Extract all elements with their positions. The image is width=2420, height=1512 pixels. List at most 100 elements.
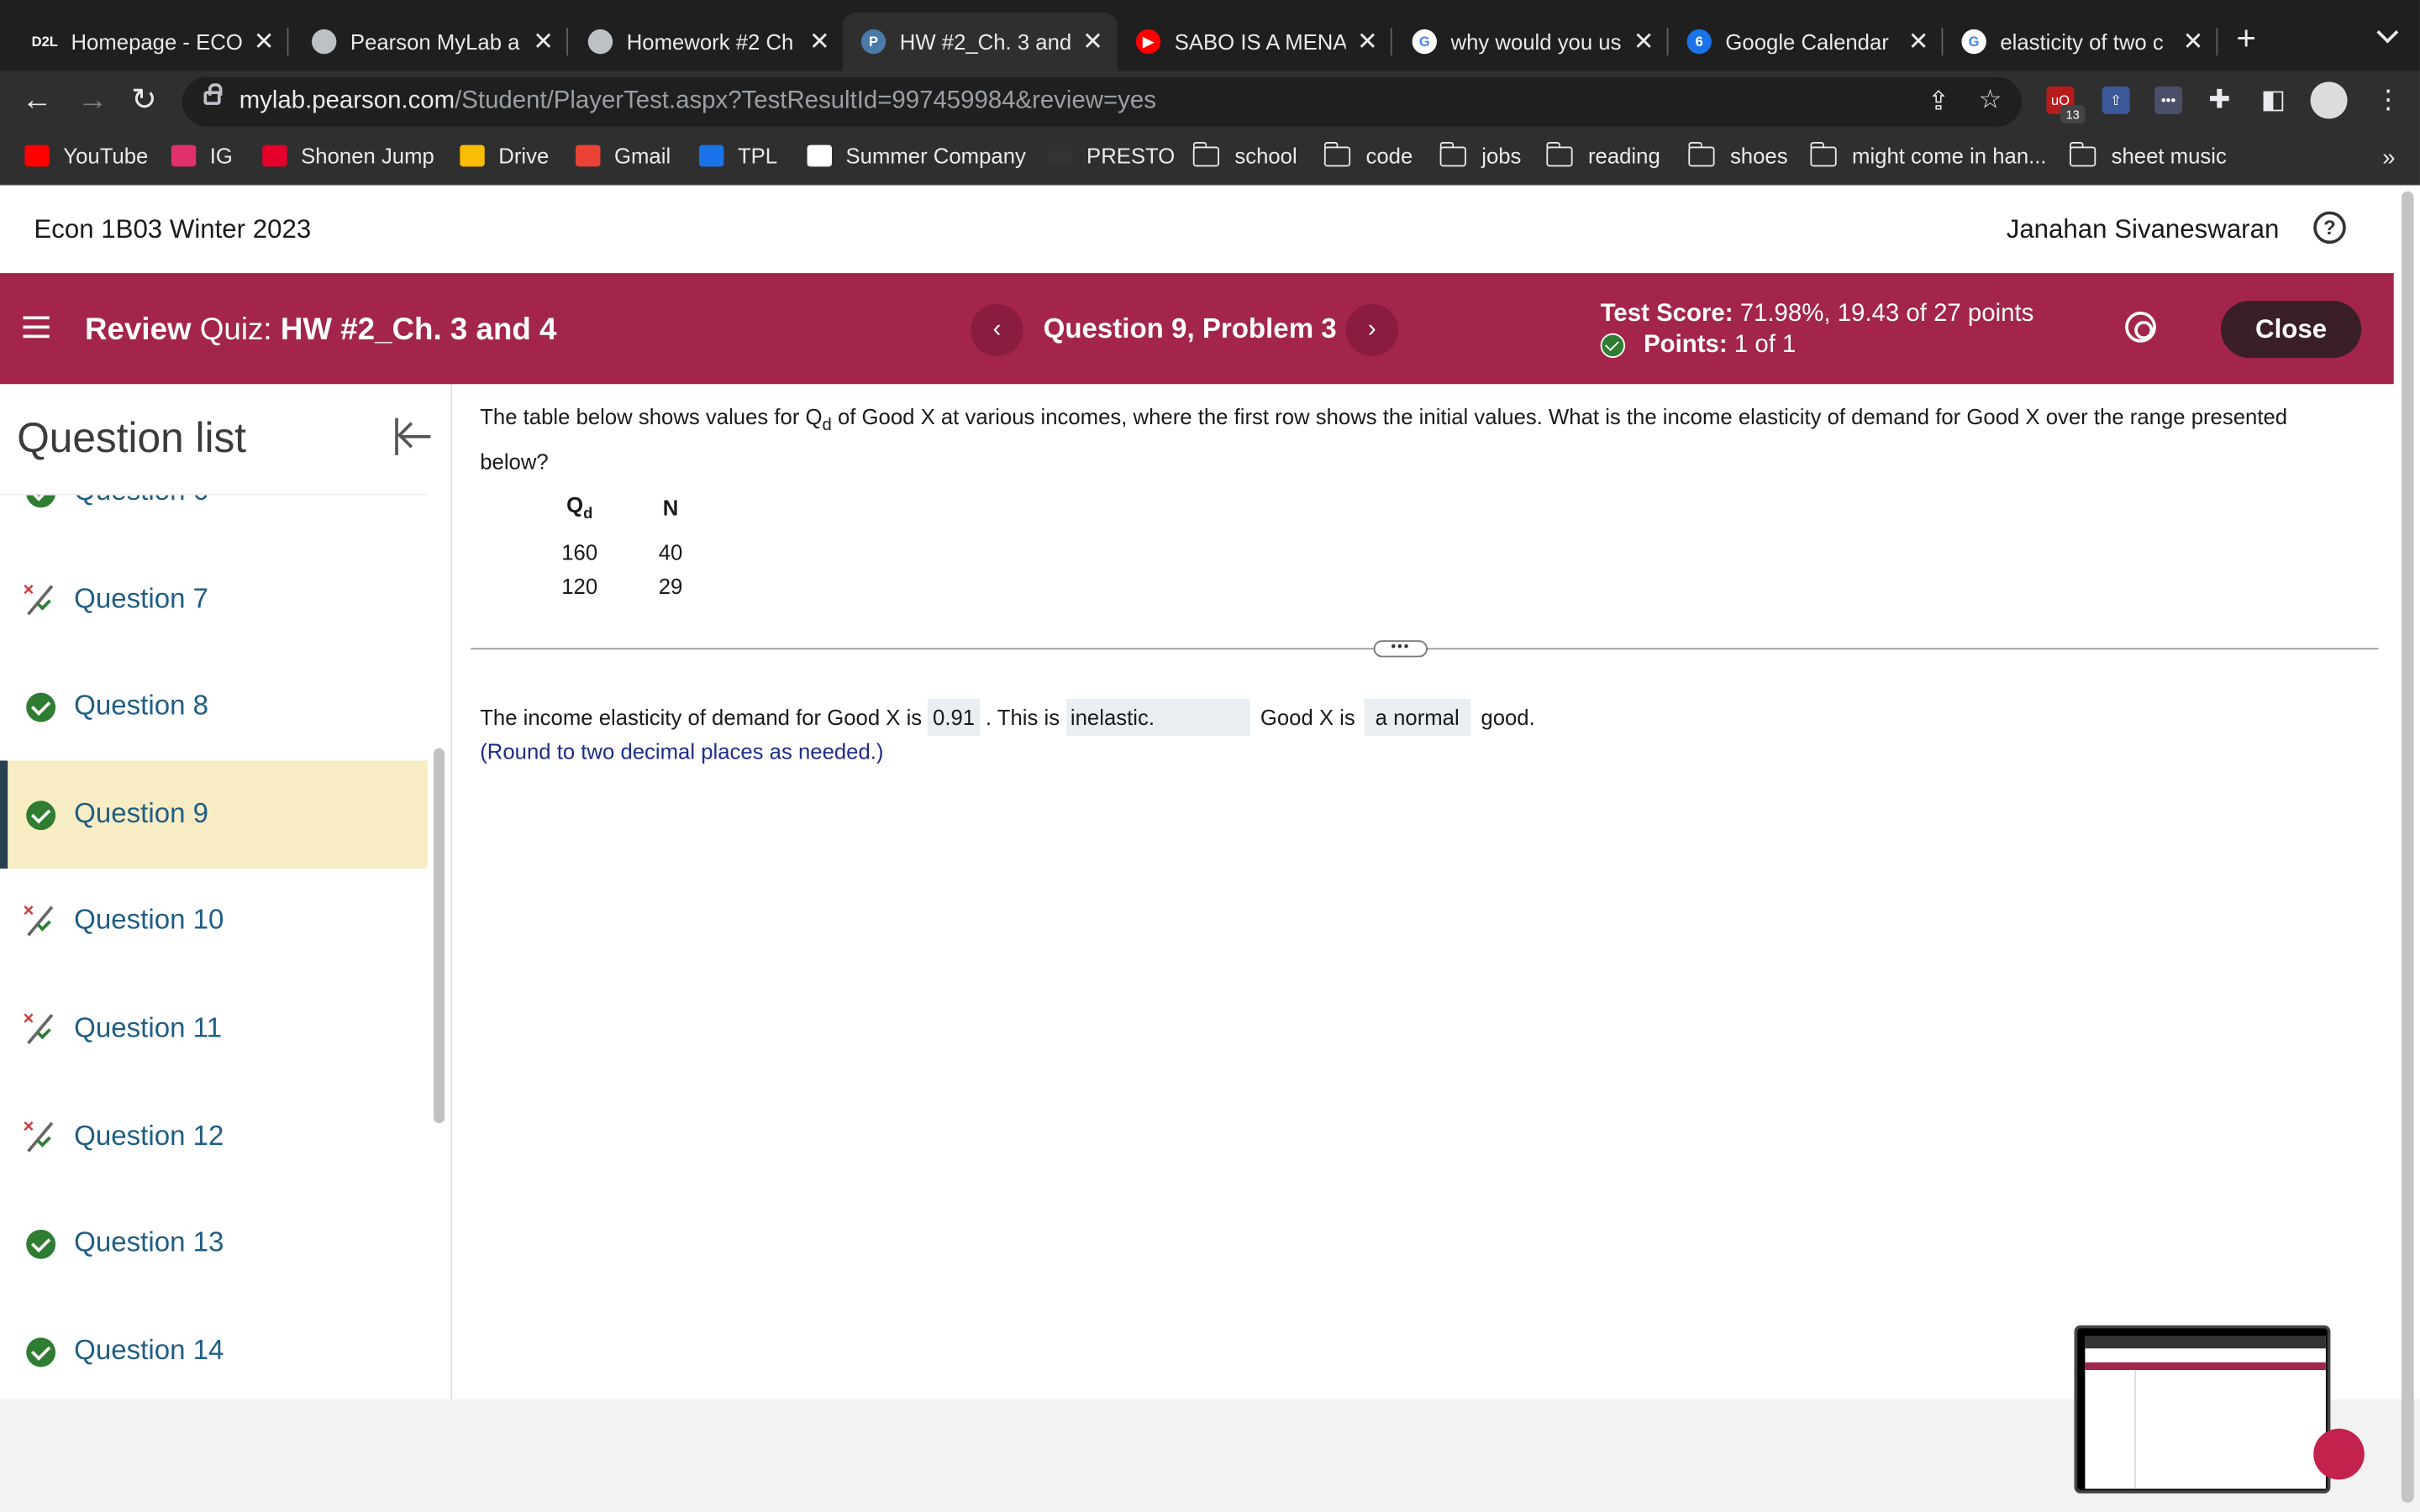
new-tab-button[interactable]: + bbox=[2236, 21, 2256, 55]
question-list-item[interactable]: × Question 11 bbox=[0, 975, 428, 1084]
bookmark-star-icon[interactable]: ☆ bbox=[1979, 85, 2002, 116]
browser-tab[interactable]: P HW #2_Ch. 3 and ✕ bbox=[842, 12, 1118, 71]
tab-close-icon[interactable]: ✕ bbox=[1906, 26, 1930, 57]
collapse-panel-icon[interactable] bbox=[395, 417, 434, 455]
bookmark-item[interactable]: IG bbox=[171, 144, 233, 168]
bookmark-label: Drive bbox=[498, 143, 550, 169]
answer-text-2: . This is bbox=[985, 705, 1060, 730]
course-header: Econ 1B03 Winter 2023 Janahan Sivaneswar… bbox=[0, 186, 2394, 274]
bookmark-label: Gmail bbox=[614, 143, 671, 169]
question-list-item[interactable]: Question 13 bbox=[0, 1189, 428, 1298]
help-icon[interactable]: ? bbox=[2313, 211, 2346, 244]
question-list-item[interactable]: Question 14 bbox=[0, 1297, 428, 1399]
side-panel-icon[interactable]: ◧ bbox=[2261, 85, 2286, 116]
browser-tab[interactable]: Homework #2 Ch ✕ bbox=[570, 13, 844, 71]
elasticity-answer-box: 0.91 bbox=[928, 699, 980, 737]
tab-close-icon[interactable]: ✕ bbox=[1355, 26, 1380, 57]
browser-tab[interactable]: Gwhy would you us ✕ bbox=[1394, 13, 1669, 71]
bookmark-item[interactable]: PRESTO bbox=[1048, 144, 1175, 168]
browser-tab[interactable]: Gelasticity of two c ✕ bbox=[1943, 13, 2218, 71]
question-list-item[interactable]: × Question 7 bbox=[0, 545, 428, 654]
close-button[interactable]: Close bbox=[2221, 301, 2362, 359]
page-scrollbar[interactable] bbox=[2401, 191, 2414, 1503]
floating-action-button[interactable] bbox=[2313, 1428, 2365, 1480]
bookmark-item[interactable]: school bbox=[1192, 141, 1297, 168]
question-list-item[interactable]: Question 8 bbox=[0, 653, 428, 761]
question-panel: The table below shows values for Qd of G… bbox=[453, 384, 2394, 1399]
question-prompt: The table below shows values for Qd of G… bbox=[480, 400, 2355, 480]
bookmark-label: TPL bbox=[737, 143, 778, 169]
question-list-item[interactable]: × Question 12 bbox=[0, 1083, 428, 1191]
tab-title: Google Calendar bbox=[1725, 29, 1889, 55]
browser-tab[interactable]: ▶ SABO IS A MENA ✕ bbox=[1118, 13, 1392, 71]
expand-handle[interactable]: ••• bbox=[1373, 639, 1428, 658]
folder-icon bbox=[2069, 141, 2096, 166]
tab-favicon-icon: G bbox=[1412, 29, 1437, 55]
question-list: Question 6 × Question 7 Question 8 Question … bbox=[0, 493, 428, 1399]
table-cell: 160 bbox=[561, 539, 598, 564]
question-label: Question 9 bbox=[74, 797, 209, 828]
bookmark-favicon-icon bbox=[262, 144, 287, 167]
score-label: Test Score: bbox=[1600, 301, 1733, 328]
tab-favicon-icon: ▶ bbox=[1135, 29, 1161, 55]
bookmark-label: Shonen Jump bbox=[301, 143, 434, 169]
bookmark-item[interactable]: Drive bbox=[460, 144, 549, 168]
tab-close-icon[interactable]: ✕ bbox=[531, 26, 555, 57]
question-indicator: Question 9, Problem 3 bbox=[1043, 312, 1337, 344]
share-icon[interactable]: ⇪ bbox=[1928, 87, 1949, 118]
bookmark-item[interactable]: reading bbox=[1545, 141, 1660, 168]
settings-gear-icon[interactable] bbox=[2125, 312, 2156, 343]
bookmark-item[interactable]: Shonen Jump bbox=[262, 144, 434, 168]
password-extension-icon[interactable]: ••• bbox=[2154, 86, 2183, 114]
previous-question-button[interactable]: ‹ bbox=[971, 303, 1023, 357]
question-list-item[interactable]: × Question 10 bbox=[0, 868, 428, 976]
question-list-item[interactable]: Question 9 bbox=[0, 760, 428, 869]
table-header: N bbox=[662, 495, 679, 520]
browser-toolbar: ← → ↻ mylab.pearson.com/Student/PlayerTe… bbox=[0, 71, 2420, 133]
address-bar[interactable]: mylab.pearson.com/Student/PlayerTest.asp… bbox=[182, 76, 2023, 127]
tab-title: why would you us bbox=[1450, 29, 1622, 55]
tab-close-icon[interactable]: ✕ bbox=[1631, 26, 1655, 57]
tab-search-chevron-icon[interactable] bbox=[2376, 21, 2399, 44]
browser-tab[interactable]: Pearson MyLab a ✕ bbox=[293, 13, 568, 71]
tab-favicon-icon bbox=[587, 29, 613, 55]
bookmark-item[interactable]: code bbox=[1323, 141, 1413, 169]
tab-close-icon[interactable]: ✕ bbox=[2181, 26, 2205, 57]
hamburger-menu-icon[interactable] bbox=[23, 316, 50, 339]
bookmark-item[interactable]: jobs bbox=[1439, 141, 1521, 168]
course-name: Econ 1B03 Winter 2023 bbox=[34, 214, 312, 244]
bookmark-item[interactable]: might come in han... bbox=[1809, 141, 2047, 168]
bookmark-label: code bbox=[1365, 143, 1413, 169]
answer-text-4: good. bbox=[1481, 705, 1535, 730]
browser-tab[interactable]: D2L Homepage - ECO ✕ bbox=[14, 13, 289, 71]
bookmark-item[interactable]: TPL bbox=[699, 144, 777, 168]
bookmark-item[interactable]: YouTube bbox=[24, 144, 148, 168]
next-question-button[interactable]: › bbox=[1345, 303, 1399, 357]
question-list-item[interactable]: Question 6 bbox=[0, 495, 428, 547]
back-button[interactable]: ← bbox=[22, 83, 53, 117]
bookmark-favicon-icon bbox=[807, 144, 832, 167]
bookmark-item[interactable]: Summer Company bbox=[807, 144, 1026, 168]
chrome-menu-icon[interactable]: ⋮ bbox=[2375, 85, 2402, 116]
tab-close-icon[interactable]: ✕ bbox=[1081, 26, 1105, 57]
question-list-scrollbar[interactable] bbox=[434, 748, 445, 1124]
forward-button[interactable]: → bbox=[77, 83, 108, 117]
bookmark-item[interactable]: Gmail bbox=[576, 144, 671, 168]
points: Points: 1 of 1 bbox=[1600, 332, 1796, 360]
bookmark-item[interactable]: sheet music bbox=[2069, 141, 2227, 168]
bookmarks-more-chevron-icon[interactable]: » bbox=[2382, 145, 2395, 171]
tab-close-icon[interactable]: ✕ bbox=[251, 26, 276, 57]
tab-favicon-icon: D2L bbox=[32, 29, 58, 55]
extensions-puzzle-icon[interactable]: ✚ bbox=[2208, 85, 2230, 116]
tab-close-icon[interactable]: ✕ bbox=[808, 26, 832, 57]
prompt-text-1: The table below shows values for Q bbox=[480, 404, 823, 429]
user-name[interactable]: Janahan Sivaneswaran bbox=[2007, 214, 2280, 245]
reload-button[interactable]: ↻ bbox=[131, 83, 157, 117]
screen-recording-thumbnail[interactable] bbox=[2074, 1325, 2331, 1494]
browser-tab[interactable]: 6 Google Calendar ✕ bbox=[1668, 13, 1944, 71]
prompt-subscript: d bbox=[822, 416, 832, 435]
extension-icon[interactable]: ⇧ bbox=[2102, 86, 2130, 114]
profile-avatar[interactable] bbox=[2310, 81, 2348, 119]
bookmark-item[interactable]: shoes bbox=[1687, 141, 1788, 168]
lock-icon bbox=[203, 83, 223, 105]
